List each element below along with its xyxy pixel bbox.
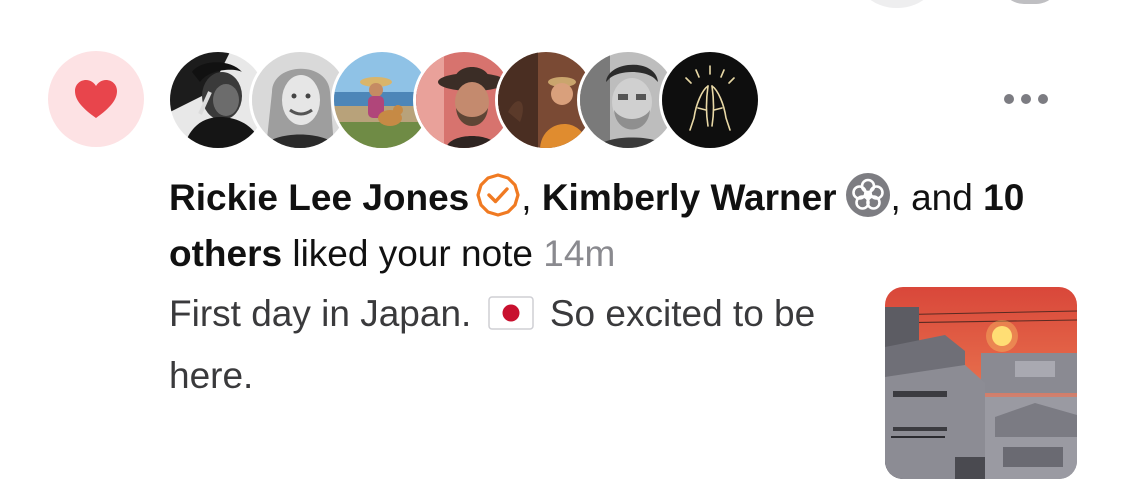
like-badge — [48, 51, 144, 147]
heart-icon — [75, 80, 117, 118]
user-name-link[interactable]: Kimberly Warner — [542, 177, 837, 218]
note-text-part: First day in Japan. — [169, 293, 482, 334]
action-text: liked your note — [282, 233, 544, 274]
partial-element — [852, 0, 942, 8]
note-thumbnail[interactable] — [885, 287, 1077, 479]
verified-badge-icon — [476, 173, 520, 217]
flower-badge-icon — [845, 173, 890, 217]
avatar-7[interactable] — [659, 49, 761, 151]
timestamp: 14m — [543, 233, 616, 274]
separator: , — [521, 177, 542, 218]
avatar-stack[interactable] — [167, 49, 761, 151]
sunset-photo — [885, 287, 1077, 479]
ellipsis-icon — [1038, 94, 1048, 104]
separator: , and — [890, 177, 973, 218]
ellipsis-icon — [1004, 94, 1014, 104]
japan-flag-icon — [487, 296, 534, 330]
more-options-button[interactable] — [994, 84, 1058, 114]
note-preview[interactable]: First day in Japan. So excited to be her… — [169, 283, 829, 407]
user-name-link[interactable]: Rickie Lee Jones — [169, 177, 469, 218]
ellipsis-icon — [1021, 94, 1031, 104]
notification-row[interactable]: Rickie Lee Jones , Kimberly Warner , and… — [0, 0, 1125, 499]
partial-element — [1000, 0, 1060, 4]
notification-headline: Rickie Lee Jones , Kimberly Warner , and… — [169, 170, 1089, 282]
